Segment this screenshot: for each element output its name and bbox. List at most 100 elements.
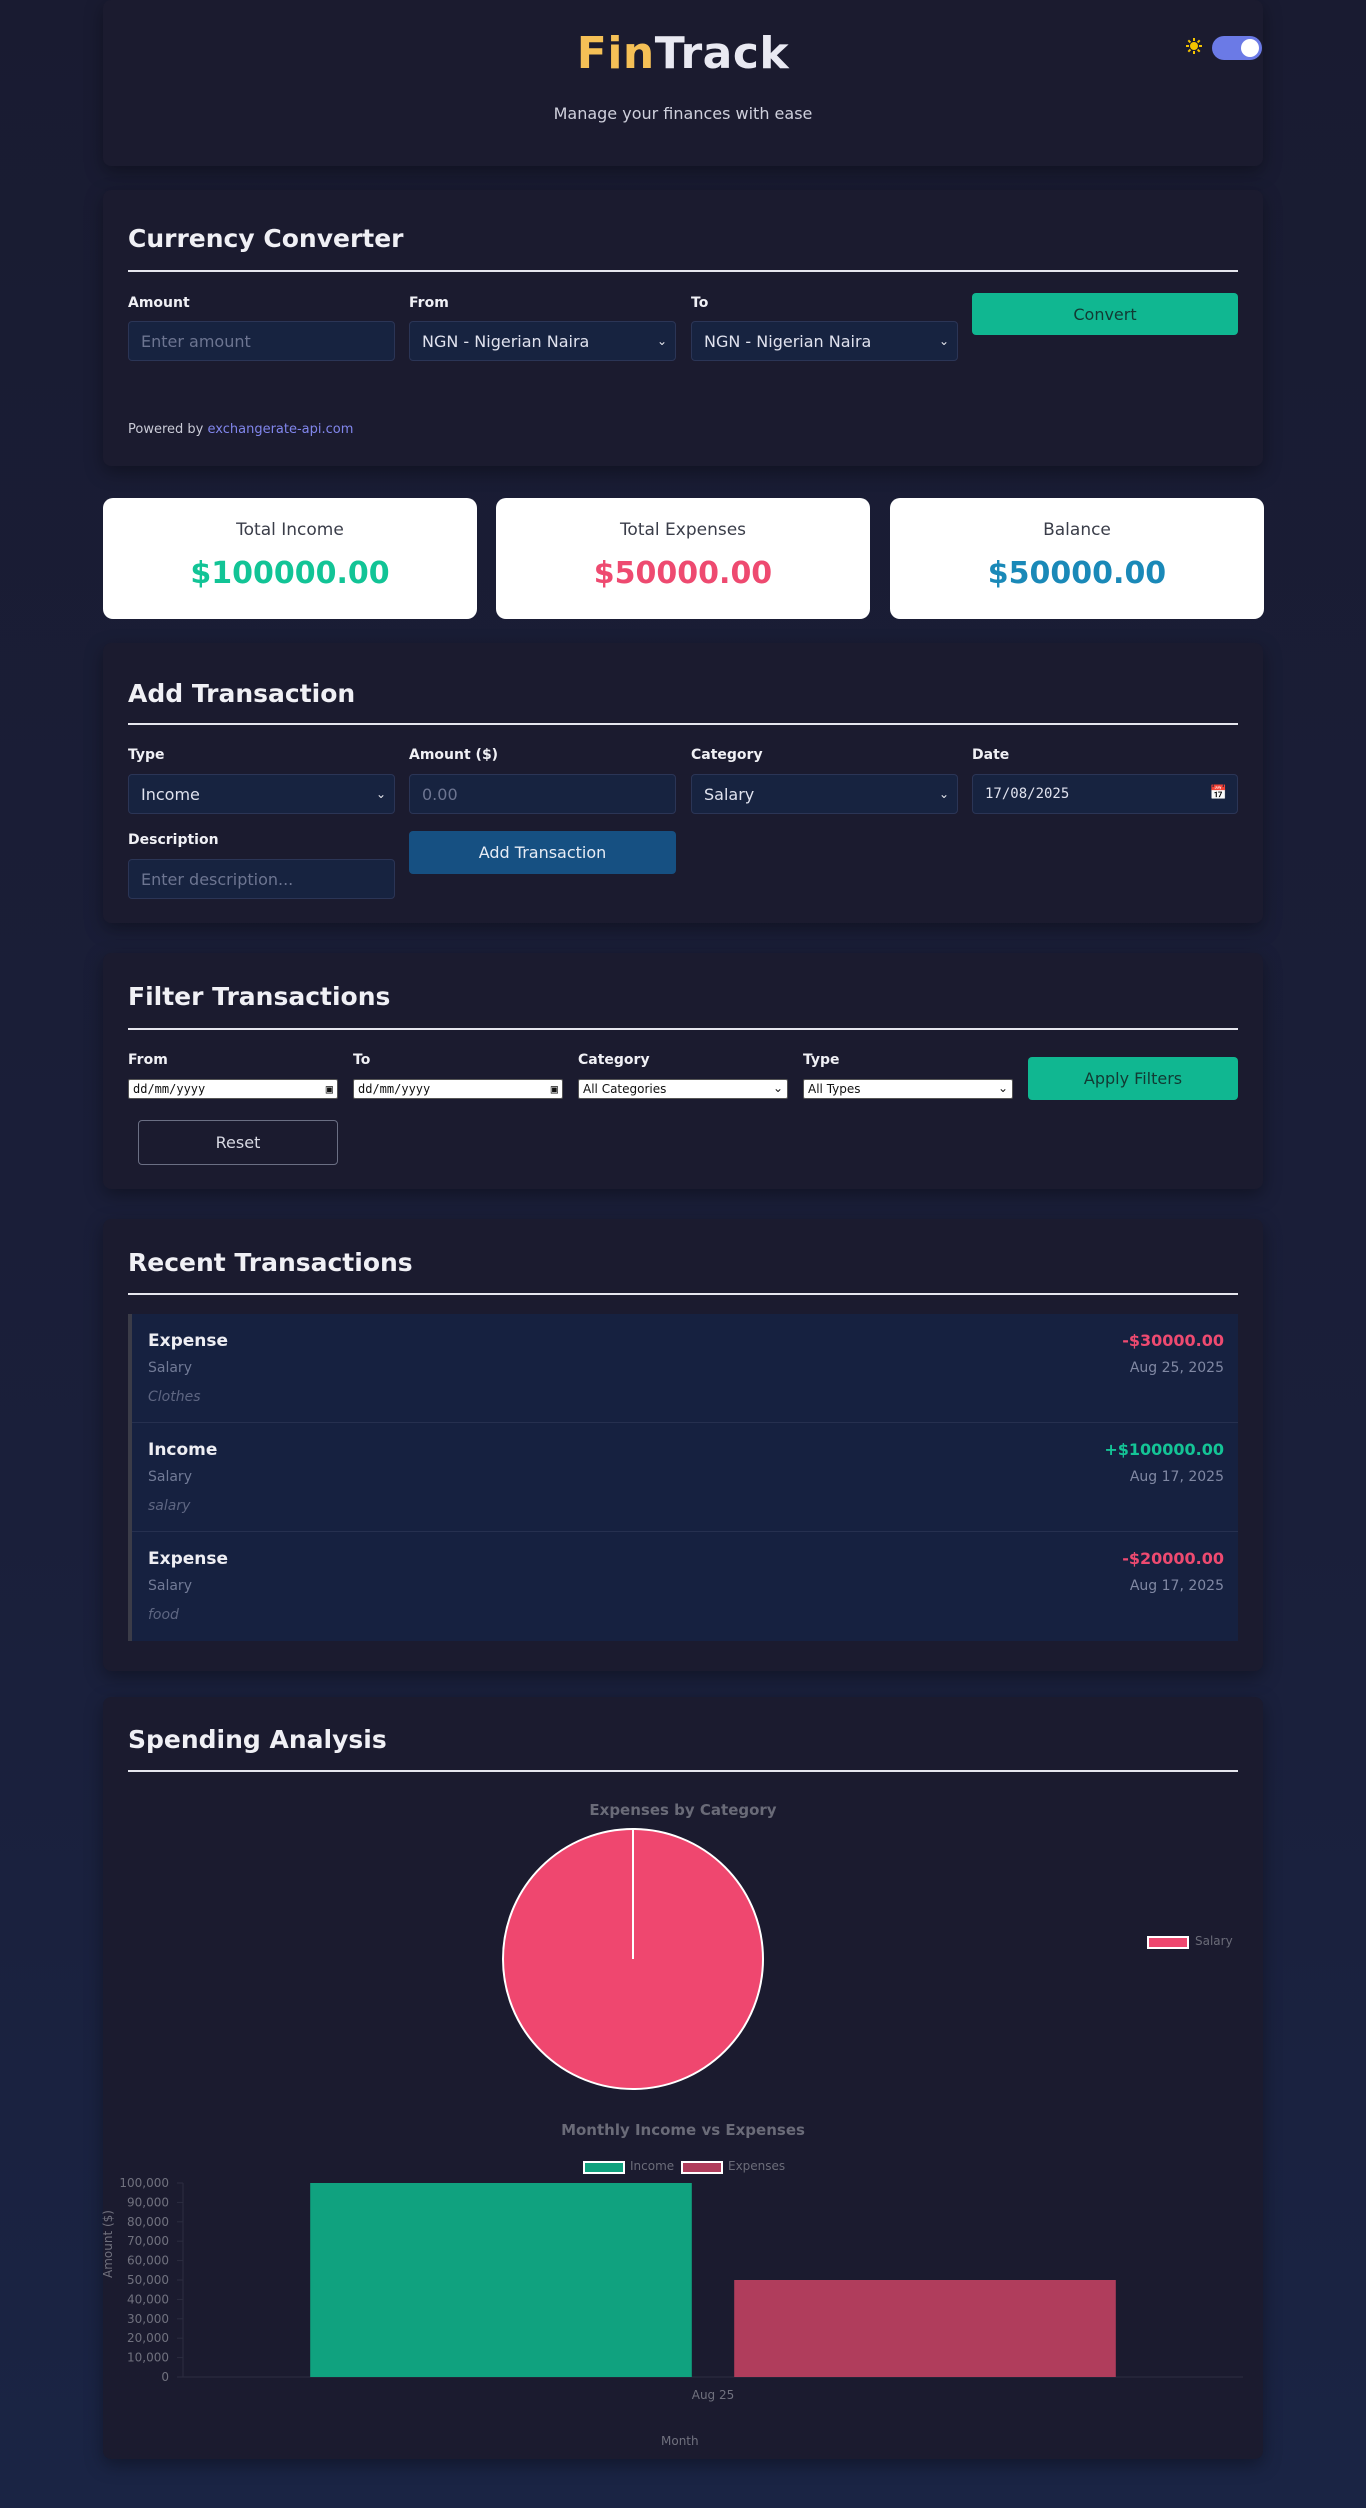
- balance-label: Balance: [1043, 520, 1111, 540]
- bar-income[interactable]: [310, 2183, 692, 2377]
- divider: [128, 270, 1238, 272]
- transaction-amount: -$30000.00: [1122, 1331, 1224, 1350]
- transaction-type: Expense: [148, 1331, 229, 1351]
- filter-type-value: All Types: [808, 1082, 861, 1096]
- chevron-down-icon: ⌄: [997, 1081, 1008, 1095]
- chevron-down-icon: ⌄: [656, 334, 667, 348]
- x-tick-label: Aug 25: [692, 2388, 735, 2402]
- amount-input[interactable]: 0.00: [409, 774, 676, 814]
- recent-transactions-section: Recent Transactions Expense Salary Cloth…: [103, 1219, 1263, 1671]
- pie-chart-title: Expenses by Category: [589, 1801, 777, 1819]
- transaction-description: Clothes: [148, 1389, 201, 1405]
- transaction-description: food: [148, 1607, 179, 1623]
- category-label: Category: [691, 747, 763, 763]
- type-label: Type: [128, 747, 165, 763]
- date-label: Date: [972, 747, 1010, 763]
- transaction-category: Salary: [148, 1360, 192, 1376]
- type-select[interactable]: Income ⌄: [128, 774, 395, 814]
- x-axis-label: Month: [661, 2434, 699, 2448]
- expenses-pie-chart: [502, 1828, 764, 2090]
- total-expenses-label: Total Expenses: [619, 520, 747, 540]
- balance-value: $50000.00: [987, 556, 1167, 591]
- add-transaction-button[interactable]: Add Transaction: [409, 831, 676, 874]
- description-input[interactable]: Enter description...: [128, 859, 395, 899]
- add-transaction-section: Add Transaction Type Income ⌄ Amount ($)…: [103, 643, 1263, 923]
- y-tick-label: 40,000: [127, 2292, 169, 2306]
- y-tick-label: 60,000: [127, 2254, 169, 2268]
- description-label: Description: [128, 832, 219, 848]
- currency-converter-section: Currency Converter Amount Enter amount F…: [103, 190, 1263, 466]
- transaction-date: Aug 17, 2025: [1129, 1469, 1224, 1485]
- amount-label: Amount: [128, 295, 190, 311]
- transaction-amount: -$20000.00: [1122, 1549, 1224, 1568]
- amount-input[interactable]: Enter amount: [128, 321, 395, 361]
- total-income-card: Total Income $100000.00: [103, 498, 477, 619]
- reset-button[interactable]: Reset: [138, 1120, 338, 1165]
- filter-transactions-section: Filter Transactions From dd/mm/yyyy ▣ To…: [103, 953, 1263, 1189]
- balance-card: Balance $50000.00: [890, 498, 1264, 619]
- spending-analysis-section: Spending Analysis Expenses by Category S…: [101, 1697, 1263, 2459]
- logo-track: Track: [654, 28, 790, 79]
- total-expenses-value: $50000.00: [593, 556, 773, 591]
- filter-type-label: Type: [803, 1052, 840, 1068]
- transaction-category: Salary: [148, 1469, 192, 1485]
- transaction-category: Salary: [148, 1578, 192, 1594]
- bar-legend-expenses-label[interactable]: Expenses: [728, 2159, 785, 2173]
- bar-legend-expenses-swatch[interactable]: [681, 2161, 723, 2174]
- filter-to-date[interactable]: dd/mm/yyyy ▣: [353, 1079, 563, 1099]
- pie-legend-label[interactable]: Salary: [1195, 1934, 1233, 1948]
- from-label: From: [409, 295, 449, 311]
- section-title: Recent Transactions: [128, 1248, 413, 1277]
- from-currency-select[interactable]: NGN - Nigerian Naira ⌄: [409, 321, 676, 361]
- filter-from-label: From: [128, 1052, 168, 1068]
- section-title: Add Transaction: [128, 679, 356, 708]
- calendar-icon: 📅: [1209, 785, 1227, 801]
- transaction-type: Income: [148, 1440, 218, 1460]
- to-currency-value: NGN - Nigerian Naira: [704, 331, 872, 351]
- chevron-down-icon: ⌄: [772, 1081, 783, 1095]
- divider: [128, 723, 1238, 725]
- from-currency-value: NGN - Nigerian Naira: [422, 331, 590, 351]
- transaction-date: Aug 17, 2025: [1129, 1578, 1224, 1594]
- transaction-item[interactable]: Expense Salary food -$20000.00 Aug 17, 2…: [132, 1532, 1238, 1641]
- date-value: 17/08/2025: [985, 786, 1070, 802]
- filter-from-value: dd/mm/yyyy: [133, 1082, 206, 1096]
- divider: [128, 1770, 1238, 1772]
- filter-from-date[interactable]: dd/mm/yyyy ▣: [128, 1079, 338, 1099]
- logo-fin: Fin: [576, 28, 655, 79]
- divider: [128, 1028, 1238, 1030]
- bar-legend-income-label[interactable]: Income: [630, 2159, 674, 2173]
- apply-filters-button[interactable]: Apply Filters: [1028, 1057, 1238, 1100]
- y-tick-label: 10,000: [127, 2351, 169, 2365]
- transaction-item[interactable]: Income Salary salary +$100000.00 Aug 17,…: [132, 1423, 1238, 1532]
- bar-chart-title: Monthly Income vs Expenses: [561, 2121, 805, 2139]
- transaction-date: Aug 25, 2025: [1129, 1360, 1224, 1376]
- filter-type-select[interactable]: All Types ⌄: [803, 1079, 1013, 1099]
- filter-category-value: All Categories: [583, 1082, 667, 1096]
- section-title: Spending Analysis: [128, 1725, 387, 1754]
- y-tick-label: 50,000: [127, 2273, 169, 2287]
- date-input[interactable]: 17/08/2025 📅: [972, 774, 1238, 814]
- chevron-down-icon: ⌄: [938, 787, 949, 801]
- convert-button[interactable]: Convert: [972, 293, 1238, 335]
- toggle-knob: [1241, 39, 1259, 57]
- bar-legend-income-swatch[interactable]: [583, 2161, 625, 2174]
- exchangerate-link[interactable]: exchangerate-api.com: [208, 422, 354, 437]
- to-label: To: [691, 295, 709, 311]
- transaction-item[interactable]: Expense Salary Clothes -$30000.00 Aug 25…: [132, 1314, 1238, 1423]
- y-tick-label: 70,000: [127, 2234, 169, 2248]
- sun-icon: [1186, 38, 1202, 54]
- section-title: Filter Transactions: [128, 982, 391, 1011]
- bar-expenses[interactable]: [734, 2280, 1116, 2377]
- total-expenses-card: Total Expenses $50000.00: [496, 498, 870, 619]
- filter-category-select[interactable]: All Categories ⌄: [578, 1079, 788, 1099]
- y-tick-label: 80,000: [127, 2215, 169, 2229]
- theme-toggle[interactable]: [1212, 36, 1262, 60]
- chevron-down-icon: ⌄: [938, 334, 949, 348]
- to-currency-select[interactable]: NGN - Nigerian Naira ⌄: [691, 321, 958, 361]
- section-title: Currency Converter: [128, 224, 404, 253]
- divider: [128, 1293, 1238, 1295]
- pie-legend-swatch[interactable]: [1147, 1936, 1189, 1949]
- category-select[interactable]: Salary ⌄: [691, 774, 958, 814]
- chevron-down-icon: ⌄: [375, 787, 386, 801]
